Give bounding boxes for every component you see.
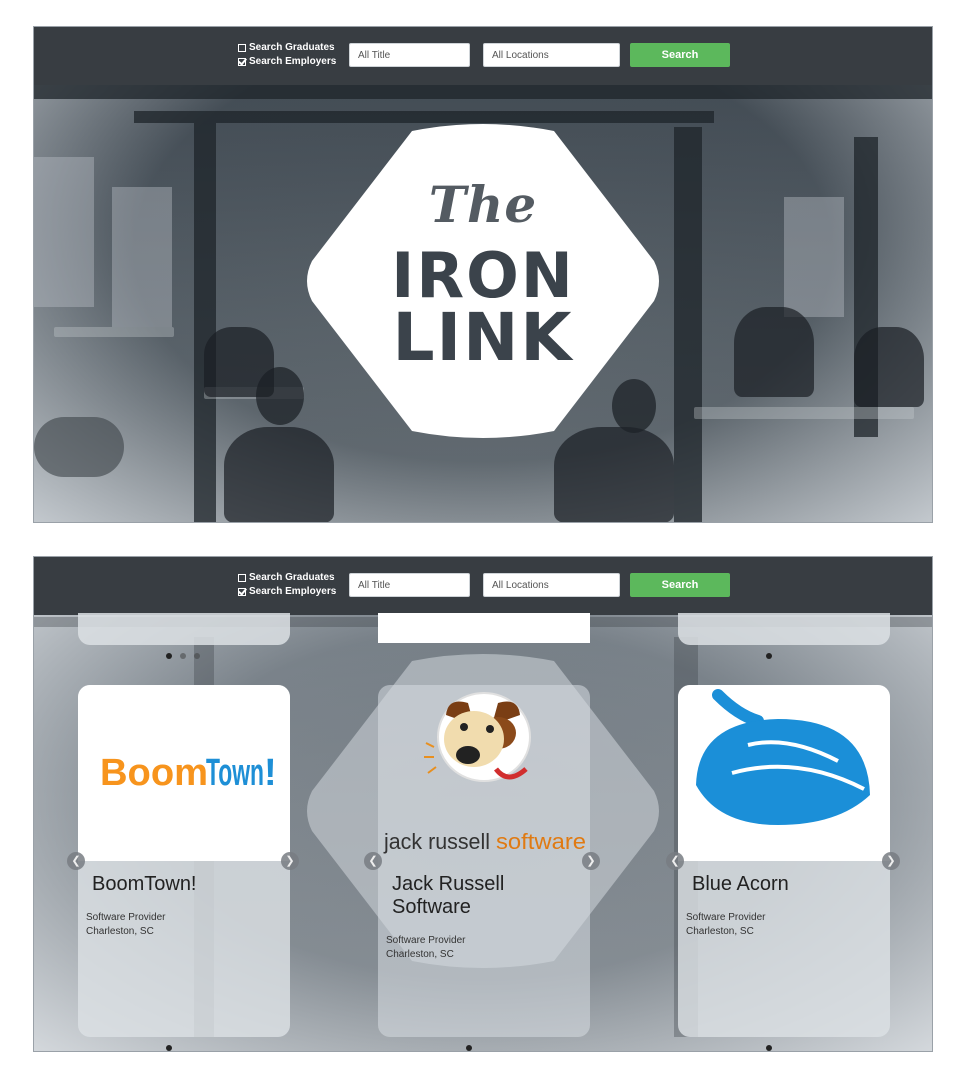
card-company-name-line2: Software [392, 896, 471, 918]
card-category: Software Provider [686, 912, 766, 923]
search-bar: Search Graduates Search Employers All Ti… [34, 27, 932, 85]
results-panel: Search Graduates Search Employers All Ti… [33, 556, 933, 1052]
location-select[interactable]: All Locations [483, 573, 620, 597]
graduates-checkbox[interactable] [238, 574, 246, 582]
card-location: Charleston, SC [686, 926, 754, 937]
card-company-name: Blue Acorn [692, 873, 789, 895]
search-graduates-option[interactable]: Search Graduates [238, 571, 336, 585]
previous-card-bottom[interactable] [678, 613, 890, 645]
blue-acorn-logo [678, 685, 890, 861]
card-location: Charleston, SC [86, 926, 154, 937]
chevron-left-icon[interactable]: ❮ [67, 852, 85, 870]
carousel-dot-active[interactable] [166, 653, 172, 659]
card-category: Software Provider [86, 912, 166, 923]
search-type-options: Search Graduates Search Employers [238, 571, 336, 599]
carousel-dot-active[interactable] [766, 653, 772, 659]
employers-checkbox[interactable] [238, 58, 246, 66]
desk [694, 407, 914, 419]
employers-label: Search Employers [249, 56, 337, 67]
search-graduates-option[interactable]: Search Graduates [238, 41, 336, 55]
employers-label: Search Employers [249, 586, 337, 597]
carousel-dot[interactable] [180, 653, 186, 659]
employer-card-boomtown[interactable]: Boom Town ! BoomTown! Software Provider … [78, 685, 290, 1037]
employer-card-blue-acorn[interactable]: Blue Acorn Software Provider Charleston,… [678, 685, 890, 1037]
search-button[interactable]: Search [630, 573, 730, 597]
search-bar: Search Graduates Search Employers All Ti… [34, 557, 932, 615]
chevron-right-icon[interactable]: ❯ [281, 852, 299, 870]
carousel-dot-active[interactable] [466, 1045, 472, 1051]
card-company-name: BoomTown! [92, 873, 197, 895]
ceiling-beam [34, 85, 932, 99]
search-button[interactable]: Search [630, 43, 730, 67]
employer-card-jack-russell[interactable]: jack russell software Jack Russell Softw… [378, 685, 590, 1037]
hero-panel: Search Graduates Search Employers All Ti… [33, 26, 933, 523]
boomtown-logo-image: Boom Town ! [100, 752, 277, 794]
student-silhouette [224, 427, 334, 522]
bean-bag [34, 417, 124, 477]
chevron-left-icon[interactable]: ❮ [364, 852, 382, 870]
svg-text:software: software [496, 829, 586, 854]
graduates-label: Search Graduates [249, 572, 335, 583]
card-location: Charleston, SC [386, 949, 454, 960]
search-type-options: Search Graduates Search Employers [238, 41, 336, 69]
card-company-name-line1: Jack Russell [392, 873, 505, 895]
chevron-left-icon[interactable]: ❮ [666, 852, 684, 870]
previous-card-bottom[interactable] [378, 613, 590, 643]
carousel-dot-active[interactable] [166, 1045, 172, 1051]
student-silhouette [554, 427, 674, 522]
employers-checkbox[interactable] [238, 588, 246, 596]
graduates-checkbox[interactable] [238, 44, 246, 52]
acorn-icon [678, 689, 890, 861]
chevron-right-icon[interactable]: ❯ [582, 852, 600, 870]
location-select[interactable]: All Locations [483, 43, 620, 67]
title-select[interactable]: All Title [349, 43, 470, 67]
svg-text:!: ! [264, 752, 277, 794]
svg-text:jack russell: jack russell [383, 829, 490, 854]
search-employers-option[interactable]: Search Employers [238, 55, 336, 69]
jack-russell-dog-logo: jack russell software [383, 692, 586, 854]
carousel-dot-active[interactable] [766, 1045, 772, 1051]
carousel-dot[interactable] [194, 653, 200, 659]
chevron-right-icon[interactable]: ❯ [882, 852, 900, 870]
card-category: Software Provider [386, 935, 466, 946]
logo-link: LINK [392, 299, 574, 376]
logo-the: The [428, 175, 538, 234]
search-employers-option[interactable]: Search Employers [238, 585, 336, 599]
graduates-label: Search Graduates [249, 42, 335, 53]
previous-card-bottom[interactable] [78, 613, 290, 645]
boomtown-logo: Boom Town ! [78, 685, 290, 861]
jack-russell-logo: jack russell software [378, 685, 590, 861]
svg-text:Town: Town [206, 752, 264, 794]
title-select[interactable]: All Title [349, 573, 470, 597]
svg-text:Boom: Boom [100, 752, 208, 794]
ceiling-beam [134, 111, 714, 123]
